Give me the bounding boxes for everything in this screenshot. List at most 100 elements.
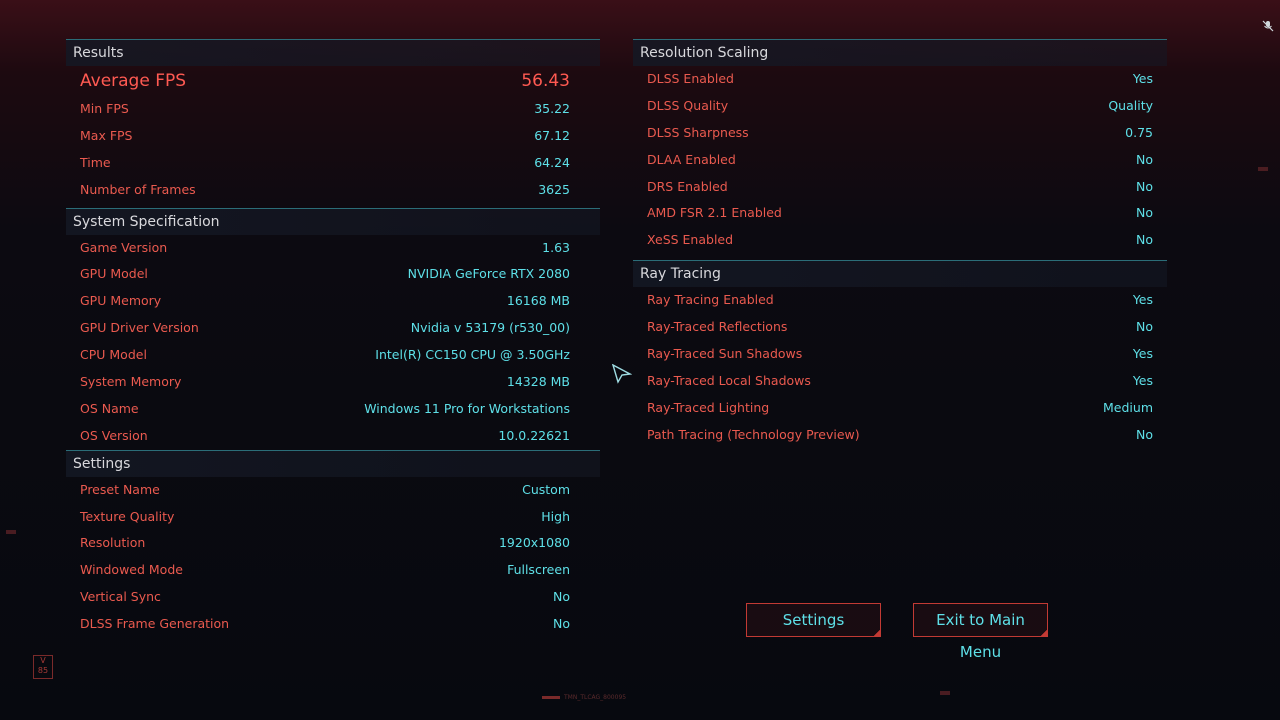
system-spec-row: Game Version 1.63 <box>66 235 600 262</box>
settings-header: Settings <box>66 449 600 477</box>
system-spec-row: GPU Model NVIDIA GeForce RTX 2080 <box>66 261 600 288</box>
average-fps-value: 56.43 <box>521 71 570 91</box>
resolution-scaling-label: DLSS Quality <box>647 97 729 113</box>
bottom-code: TMN_TLCAG_800095 <box>542 694 626 704</box>
average-fps-label: Average FPS <box>80 71 187 91</box>
ray-tracing-row: Ray-Traced Reflections No <box>633 314 1167 341</box>
results-value: 35.22 <box>534 101 570 116</box>
system-spec-label: GPU Model <box>80 266 148 282</box>
ray-tracing-value: Yes <box>1132 372 1153 388</box>
system-spec-row: OS Name Windows 11 Pro for Workstations <box>66 396 600 423</box>
results-value: 67.12 <box>534 127 570 143</box>
settings-row: DLSS Frame Generation No <box>66 611 600 638</box>
resolution-scaling-value: Quality <box>1108 97 1153 113</box>
settings-value: Custom <box>522 481 570 497</box>
settings-value: No <box>553 616 570 632</box>
settings-row: Resolution 1920x1080 <box>66 530 600 557</box>
system-spec-header: System Specification <box>66 207 600 235</box>
decor-mark <box>940 691 950 695</box>
decor-mark <box>1258 167 1268 171</box>
vertical-decor <box>18 295 24 435</box>
settings-label: Vertical Sync <box>80 589 161 605</box>
settings-label: DLSS Frame Generation <box>80 616 230 632</box>
ray-tracing-row: Ray-Traced Local Shadows Yes <box>633 368 1167 395</box>
resolution-scaling-label: DLSS Sharpness <box>647 124 749 140</box>
system-spec-value: NVIDIA GeForce RTX 2080 <box>407 266 570 282</box>
ray-tracing-value: No <box>1136 319 1153 335</box>
results-row: Max FPS 67.12 <box>66 123 600 150</box>
resolution-scaling-row: DLAA Enabled No <box>633 147 1167 174</box>
resolution-scaling-label: XeSS Enabled <box>647 232 734 248</box>
system-spec-label: OS Name <box>80 400 139 416</box>
system-spec-row: GPU Memory 16168 MB <box>66 288 600 315</box>
system-spec-label: System Memory <box>80 374 182 390</box>
v85-badge: V 85 <box>33 655 53 679</box>
resolution-scaling-row: DLSS Sharpness 0.75 <box>633 120 1167 147</box>
results-value: 3625 <box>538 181 570 197</box>
resolution-scaling-header: Resolution Scaling <box>633 39 1167 66</box>
right-panel: Resolution Scaling DLSS Enabled Yes DLSS Q… <box>633 39 1167 449</box>
settings-value: 1920x1080 <box>498 535 570 551</box>
results-label: Number of Frames <box>80 181 196 197</box>
system-spec-value: 16168 MB <box>506 293 570 309</box>
resolution-scaling-value: No <box>1136 178 1153 194</box>
results-row: Time 64.24 <box>66 150 600 177</box>
resolution-scaling-row: DLSS Enabled Yes <box>633 66 1167 93</box>
resolution-scaling-value: No <box>1136 151 1153 167</box>
exit-to-main-menu-button[interactable]: Exit to Main Menu <box>913 603 1048 661</box>
system-spec-label: CPU Model <box>80 347 147 363</box>
settings-label: Windowed Mode <box>80 562 183 578</box>
system-spec-label: Game Version <box>80 239 168 255</box>
resolution-scaling-row: DLSS Quality Quality <box>633 93 1167 120</box>
resolution-scaling-label: AMD FSR 2.1 Enabled <box>647 205 782 221</box>
ray-tracing-row: Path Tracing (Technology Preview) No <box>633 422 1167 449</box>
ray-tracing-row: Ray-Traced Lighting Medium <box>633 395 1167 422</box>
ray-tracing-value: No <box>1136 426 1153 442</box>
resolution-scaling-label: DLSS Enabled <box>647 71 734 86</box>
system-spec-row: System Memory 14328 MB <box>66 369 600 396</box>
results-row: Min FPS 35.22 <box>66 96 600 123</box>
system-spec-value: Intel(R) CC150 CPU @ 3.50GHz <box>375 347 570 363</box>
ray-tracing-label: Path Tracing (Technology Preview) <box>647 426 860 442</box>
settings-row: Texture Quality High <box>66 504 600 531</box>
resolution-scaling-label: DLAA Enabled <box>647 151 736 167</box>
ray-tracing-row: Ray-Traced Sun Shadows Yes <box>633 341 1167 368</box>
results-rows: Min FPS 35.22 Max FPS 67.12 Time 64.24 Number … <box>66 96 600 204</box>
system-spec-value: Windows 11 Pro for Workstations <box>364 400 570 416</box>
fine-print-decor <box>55 660 375 672</box>
results-label: Time <box>80 154 111 170</box>
resolution-scaling-value: No <box>1136 232 1153 248</box>
ray-tracing-value: Yes <box>1132 292 1153 308</box>
ray-tracing-label: Ray-Traced Local Shadows <box>647 372 811 388</box>
system-spec-label: OS Version <box>80 427 148 443</box>
ray-tracing-label: Ray-Traced Lighting <box>647 399 770 415</box>
ray-tracing-rows: Ray Tracing Enabled Yes Ray-Traced Reflect… <box>633 287 1167 448</box>
settings-value: No <box>553 589 570 605</box>
settings-rows: Preset Name Custom Texture Quality High Reso… <box>66 477 600 638</box>
system-spec-value: 10.0.22621 <box>498 427 570 443</box>
settings-button[interactable]: Settings <box>746 603 881 637</box>
resolution-scaling-row: AMD FSR 2.1 Enabled No <box>633 200 1167 227</box>
system-spec-label: GPU Memory <box>80 293 162 309</box>
system-spec-value: Nvidia v 53179 (r530_00) <box>410 320 570 336</box>
ray-tracing-label: Ray-Traced Reflections <box>647 319 788 335</box>
settings-row: Windowed Mode Fullscreen <box>66 557 600 584</box>
results-value: 64.24 <box>534 154 570 170</box>
system-spec-row: GPU Driver Version Nvidia v 53179 (r530_0… <box>66 315 600 342</box>
mic-muted-icon <box>1262 20 1274 32</box>
system-spec-value: 1.63 <box>542 239 570 255</box>
ray-tracing-value: Yes <box>1132 346 1153 362</box>
resolution-scaling-row: DRS Enabled No <box>633 174 1167 201</box>
ray-tracing-value: Medium <box>1103 399 1153 415</box>
settings-value: Fullscreen <box>507 562 570 578</box>
ray-tracing-header: Ray Tracing <box>633 260 1167 288</box>
settings-row: Vertical Sync No <box>66 584 600 611</box>
resolution-scaling-value: Yes <box>1132 71 1153 86</box>
system-spec-row: OS Version 10.0.22621 <box>66 423 600 450</box>
results-row: Number of Frames 3625 <box>66 177 600 204</box>
ray-tracing-label: Ray Tracing Enabled <box>647 292 774 308</box>
left-panel: Results Average FPS 56.43 Min FPS 35.22 Ma… <box>66 39 600 638</box>
settings-label: Resolution <box>80 535 146 551</box>
results-label: Max FPS <box>80 127 133 143</box>
resolution-scaling-row: XeSS Enabled No <box>633 227 1167 254</box>
